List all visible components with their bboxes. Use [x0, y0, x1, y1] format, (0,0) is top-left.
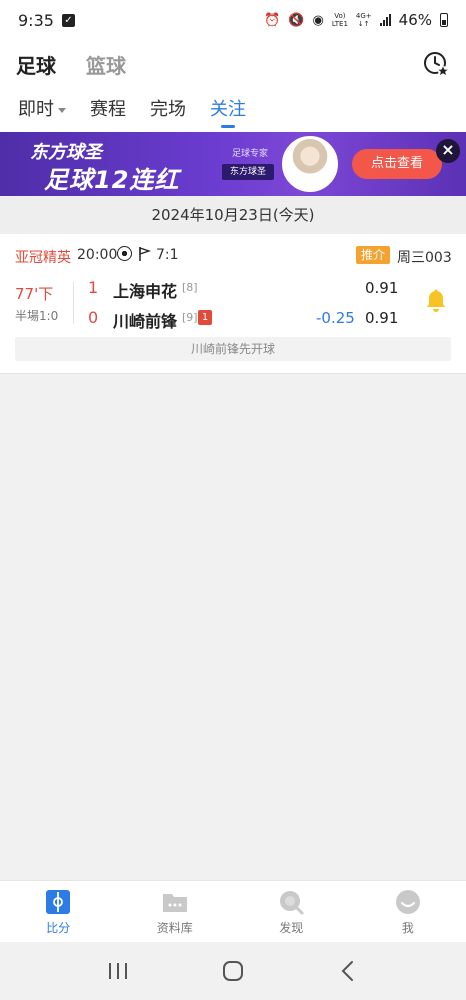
nav-me-label: 我 [401, 921, 414, 935]
match-tabs: 即时 赛程 完场 关注 [0, 88, 466, 132]
banner-view-button[interactable]: 点击查看 [352, 149, 442, 179]
kickoff-time: 20:00 [77, 247, 118, 263]
status-time: 9:35 [18, 10, 54, 30]
bottom-navigation: 比分 资料库 发现 我 [0, 880, 466, 942]
nav-score-label: 比分 [46, 921, 71, 935]
kickoff-note: 川崎前锋先开球 [15, 337, 451, 361]
home-team-rank: [8] [182, 281, 198, 294]
tab-followed[interactable]: 关注 [210, 88, 246, 132]
football-icon [117, 246, 132, 261]
home-odds: 0.91 [365, 279, 399, 297]
corner-flag-icon [138, 246, 152, 262]
home-icon[interactable] [213, 956, 253, 986]
nav-database[interactable]: 资料库 [117, 881, 234, 942]
home-team-name: 上海申花 [113, 282, 178, 301]
league-name: 亚冠精英 [15, 250, 71, 266]
away-team-rank: [9] [182, 311, 198, 324]
expert-avatar [282, 136, 338, 192]
match-minute: 77'下 [15, 285, 54, 303]
system-navigation-bar [0, 942, 466, 1000]
banner-close-icon[interactable]: × [436, 139, 460, 163]
checkbox-notification-icon: ✓ [61, 13, 75, 27]
away-odds: 0.91 [365, 309, 399, 327]
banner-slogan-main: 足球12连红 [44, 166, 180, 194]
match-card[interactable]: 亚冠精英 20:00 7:1 推介 周三003 77'下 半場1:0 1 上海申… [0, 234, 466, 374]
volte-indicator: Vo) LTE1 [331, 12, 348, 28]
mute-icon: 🔇 [288, 12, 305, 28]
match-number: 周三003 [397, 250, 452, 266]
banner-expert-tag: 足球专家 [232, 149, 269, 159]
battery-percent: 46% [398, 11, 432, 29]
score-icon [45, 889, 71, 915]
database-icon [162, 889, 188, 915]
recent-apps-icon[interactable] [98, 956, 138, 986]
back-icon[interactable] [328, 956, 368, 986]
corner-count: 7:1 [156, 247, 179, 263]
away-score: 0 [88, 308, 99, 327]
nav-me[interactable]: 我 [350, 881, 466, 942]
signal-icon [379, 14, 391, 26]
date-header: 2024年10月23日(今天) [0, 196, 466, 234]
away-team-name: 川崎前锋 [113, 312, 178, 331]
status-bar: 9:35 ✓ ⏰ 🔇 ◉ Vo) LTE1 4G+ ↓↑ 46% [0, 0, 466, 40]
chevron-down-icon [58, 107, 66, 113]
nav-score[interactable]: 比分 [0, 881, 117, 942]
alarm-icon: ⏰ [264, 12, 281, 28]
tab-live[interactable]: 即时 [18, 88, 66, 132]
battery-icon [440, 13, 448, 27]
network-gen-indicator: 4G+ ↓↑ [355, 12, 372, 28]
schedule-clock-icon[interactable] [422, 50, 450, 78]
halftime-score: 半場1:0 [15, 309, 59, 323]
tab-finished[interactable]: 完场 [150, 88, 186, 132]
tab-schedule[interactable]: 赛程 [90, 88, 126, 132]
banner-expert-name: 东方球圣 [222, 164, 274, 180]
nav-discover[interactable]: 发现 [233, 881, 350, 942]
home-score: 1 [88, 278, 99, 297]
bell-icon[interactable] [425, 289, 447, 313]
nav-discover-label: 发现 [279, 921, 304, 935]
nav-database-label: 资料库 [156, 921, 193, 935]
promo-banner[interactable]: 东方球圣 足球12连红 足球专家 东方球圣 点击查看 [0, 132, 466, 196]
red-card-badge: 1 [198, 310, 212, 325]
discover-icon [278, 889, 304, 915]
divider [73, 282, 74, 324]
sport-tab-basketball[interactable]: 篮球 [86, 50, 126, 79]
top-header: 足球 篮球 [0, 40, 466, 88]
me-icon [395, 889, 421, 915]
recommend-badge[interactable]: 推介 [356, 246, 391, 264]
hotspot-icon: ◉ [312, 12, 324, 28]
handicap-line: -0.25 [316, 309, 355, 327]
sport-tab-football[interactable]: 足球 [16, 50, 56, 79]
